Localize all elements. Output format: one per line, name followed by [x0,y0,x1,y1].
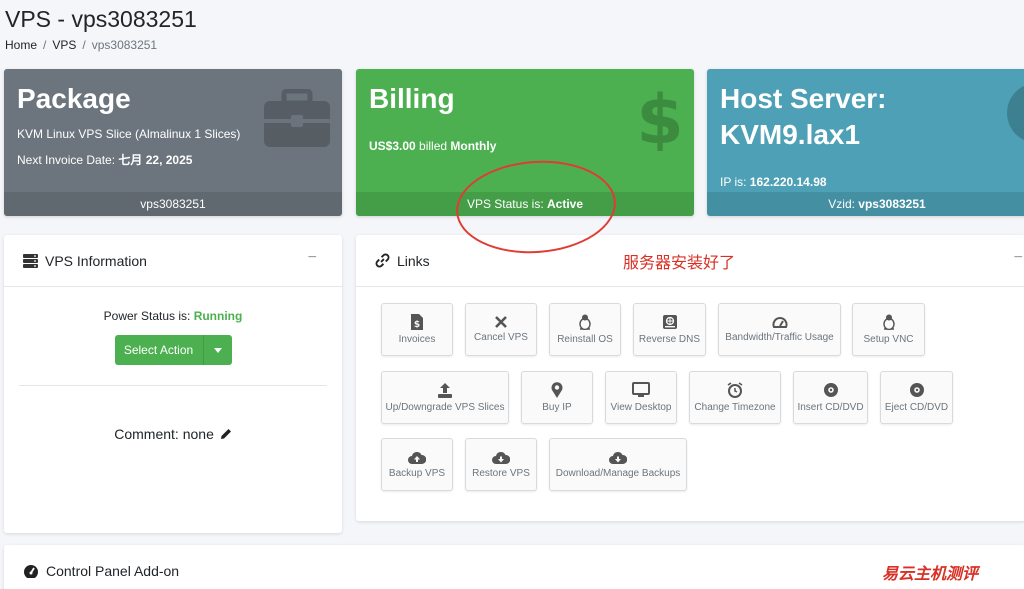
power-status: Power Status is: Running [103,309,243,323]
disc-icon [823,383,838,397]
breadcrumb-current: vps3083251 [91,38,158,52]
breadcrumb-separator: / [82,38,86,52]
server-icon [23,253,38,268]
download-manage-backups-button[interactable]: Download/Manage Backups [549,438,687,491]
vps-information-title: VPS Information [45,252,147,269]
host-ip: IP is: 162.220.14.98 [720,175,827,189]
watermark: 易云主机测评 [882,564,979,583]
linux-icon [579,314,591,330]
control-panel-addon-header[interactable]: Control Panel Add-on [4,545,1024,589]
gauge-icon [772,317,787,328]
package-footer: vps3083251 [4,192,342,216]
billing-title: Billing [369,83,455,114]
number-one-icon: 1 [1007,85,1024,141]
cloud-upload-icon [408,451,426,464]
divider [19,385,327,386]
vps-information-header: VPS Information − [4,235,342,287]
reinstall-os-button[interactable]: Reinstall OS [549,303,621,356]
x-icon [495,316,507,328]
insert-cd-dvd-button[interactable]: Insert CD/DVD [793,371,868,424]
change-timezone-button[interactable]: Change Timezone [689,371,781,424]
link-icon [375,253,390,268]
package-invoice-date: Next Invoice Date: 七月 22, 2025 [17,153,193,167]
links-panel: Links − $ Invoices Cancel VPS Reinstall … [356,235,1024,521]
dns-icon [662,315,677,329]
breadcrumb-home[interactable]: Home [5,38,37,52]
control-panel-addon-title: Control Panel Add-on [46,563,180,579]
host-server-card: Host Server: KVM9.lax1 IP is: 162.220.14… [707,69,1024,216]
select-action-button[interactable]: Select Action [114,335,232,365]
buy-ip-button[interactable]: Buy IP [521,371,593,424]
power-status-value: Running [193,309,243,323]
page-title: VPS - vps3083251 [5,6,197,32]
map-pin-icon [551,382,563,398]
upload-icon [438,383,452,398]
breadcrumb-vps[interactable]: VPS [52,38,76,52]
reverse-dns-button[interactable]: Reverse DNS [633,303,706,356]
invoices-button[interactable]: $ Invoices [381,303,453,356]
links-title: Links [397,252,430,269]
vps-information-panel: VPS Information − Power Status is: Runni… [4,235,342,533]
host-server-title: Host Server: KVM9.lax1 [720,83,887,150]
disc-icon [909,383,924,397]
control-panel-addon-panel: Control Panel Add-on [4,545,1024,589]
restore-vps-button[interactable]: Restore VPS [465,438,537,491]
toolbox-icon [264,89,330,147]
breadcrumb-separator: / [43,38,47,52]
eject-cd-dvd-button[interactable]: Eject CD/DVD [880,371,953,424]
setup-vnc-button[interactable]: Setup VNC [852,303,925,356]
up-downgrade-vps-slices-button[interactable]: Up/Downgrade VPS Slices [381,371,509,424]
svg-text:$: $ [640,85,680,151]
annotation-text: 服务器安装好了 [623,255,736,272]
linux-icon [882,314,895,330]
cloud-download-icon [609,451,627,464]
breadcrumb: Home / VPS / vps3083251 [5,38,157,52]
chevron-down-icon[interactable] [204,335,232,365]
gauge-icon [23,564,39,578]
comment-text: Comment: none [114,426,214,442]
collapse-vps-information-button[interactable]: − [308,249,317,267]
billing-amount: US$3.00 billed Monthly [369,139,497,153]
cancel-vps-button[interactable]: Cancel VPS [465,303,537,356]
collapse-links-button[interactable]: − [1014,249,1023,267]
host-vzid: Vzid: vps3083251 [707,192,1024,216]
invoice-icon: $ [411,314,423,330]
comment: Comment: none [4,426,342,443]
svg-text:$: $ [414,320,420,330]
view-desktop-button[interactable]: View Desktop [605,371,677,424]
clock-icon [727,382,743,398]
package-card: Package KVM Linux VPS Slice (Almalinux 1… [4,69,342,216]
select-action-label[interactable]: Select Action [115,335,204,365]
cloud-download-icon [492,451,510,464]
monitor-icon [632,382,650,397]
backup-vps-button[interactable]: Backup VPS [381,438,453,491]
dollar-icon: $ [640,85,680,151]
pencil-icon[interactable] [220,427,232,443]
bandwidth-traffic-usage-button[interactable]: Bandwidth/Traffic Usage [718,303,841,356]
